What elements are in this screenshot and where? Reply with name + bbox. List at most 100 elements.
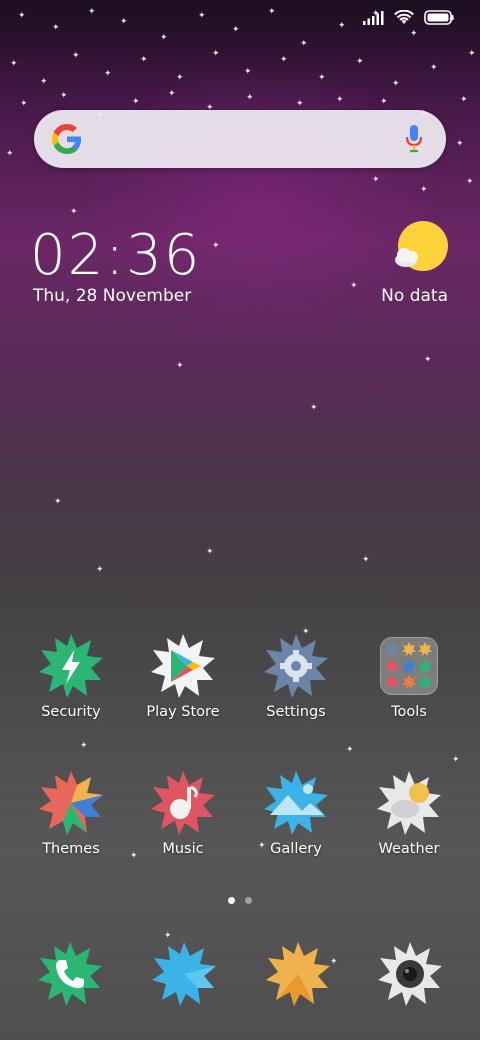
sparkle-star: ✦ <box>338 21 346 31</box>
sparkle-star: ✦ <box>420 185 428 195</box>
weather-label: No data <box>381 286 448 306</box>
google-g-logo <box>52 124 82 154</box>
sparkle-star: ✦ <box>198 11 206 21</box>
dock-browser[interactable] <box>264 940 344 1040</box>
sparkle-star: ✦ <box>212 49 220 59</box>
wifi-icon <box>394 10 414 24</box>
sparkle-star: ✦ <box>20 99 28 109</box>
folder-mini-app-icon <box>401 642 416 656</box>
app-label-settings: Settings <box>266 704 326 720</box>
app-label-tools: Tools <box>391 704 427 720</box>
sparkle-star: ✦ <box>346 745 354 755</box>
page-dot-active[interactable] <box>228 897 235 904</box>
browser-icon <box>266 942 330 1006</box>
folder-mini-app-icon <box>401 658 416 673</box>
sparkle-star: ✦ <box>72 51 80 61</box>
sparkle-star: ✦ <box>80 741 88 751</box>
sparkle-star: ✦ <box>246 93 254 103</box>
google-search-bar[interactable] <box>34 110 446 168</box>
folder-mini-app-icon <box>385 658 399 673</box>
app-label-gallery: Gallery <box>270 841 322 857</box>
status-bar <box>362 10 454 25</box>
folder-mini-app-icon <box>418 675 433 690</box>
folder-mini-app-icon <box>418 642 433 656</box>
messaging-icon <box>152 942 216 1006</box>
app-label-weather: Weather <box>378 841 440 857</box>
sparkle-star: ✦ <box>120 17 128 27</box>
home-screen: ✦ ✦ ✦ ✦ ✦ ✦ ✦ ✦ ✦ ✦ ✦ ✦ ✦ ✦ ✦ ✦ ✦ ✦ ✦ ✦ ✦ ✦ ✦ ✦ ✦ ✦ ✦ ✦ ✦ ✦ ✦ ✦ ✦ ✦ ✦ ✦ ✦ ✦ ✦ ✦… <box>0 0 480 1040</box>
app-weather[interactable]: Weather <box>354 769 464 857</box>
folder-mini-app-icon <box>385 642 399 656</box>
sparkle-star: ✦ <box>52 23 60 33</box>
music-icon <box>151 771 215 835</box>
sparkle-star: ✦ <box>424 355 432 365</box>
sparkle-star: ✦ <box>356 57 364 67</box>
camera-icon <box>378 942 442 1006</box>
sparkle-star: ✦ <box>468 49 476 59</box>
folder-mini-app-icon <box>385 675 399 690</box>
dock-messaging[interactable] <box>150 940 230 1040</box>
folder-tools[interactable]: Tools <box>354 632 464 720</box>
app-gallery[interactable]: Gallery <box>241 769 351 857</box>
sparkle-star: ✦ <box>40 77 48 87</box>
sparkle-star: ✦ <box>140 55 148 65</box>
sparkle-star: ✦ <box>430 63 438 73</box>
signal-icon <box>363 10 384 25</box>
app-label-music: Music <box>162 841 204 857</box>
page-indicator <box>0 897 480 904</box>
sparkle-star: ✦ <box>96 565 104 575</box>
sparkle-star: ✦ <box>336 95 344 105</box>
app-security[interactable]: Security <box>16 632 126 720</box>
sparkle-star: ✦ <box>300 39 308 49</box>
play-store-icon <box>151 634 215 698</box>
sparkle-star: ✦ <box>452 755 460 765</box>
app-label-play-store: Play Store <box>146 704 220 720</box>
sparkle-star: ✦ <box>318 73 326 83</box>
sparkle-star: ✦ <box>176 73 184 83</box>
themes-icon <box>39 771 103 835</box>
app-music[interactable]: Music <box>128 769 238 857</box>
dock-camera[interactable] <box>376 940 456 1040</box>
sparkle-star: ✦ <box>372 175 380 185</box>
sparkle-star: ✦ <box>168 89 176 99</box>
folder-mini-app-icon <box>401 675 416 690</box>
sparkle-star: ✦ <box>456 139 464 149</box>
folder-icon <box>380 637 438 695</box>
settings-gear-icon <box>264 634 328 698</box>
dock-phone[interactable] <box>36 940 116 1040</box>
sparkle-star: ✦ <box>160 33 168 43</box>
sparkle-star: ✦ <box>206 547 214 557</box>
sparkle-star: ✦ <box>244 67 252 77</box>
gallery-icon <box>264 771 328 835</box>
sparkle-star: ✦ <box>466 177 474 187</box>
sparkle-star: ✦ <box>362 555 370 565</box>
sparkle-star: ✦ <box>280 55 288 65</box>
sparkle-star: ✦ <box>212 241 220 251</box>
app-settings[interactable]: Settings <box>241 632 351 720</box>
sparkle-star: ✦ <box>176 361 184 371</box>
sparkle-star: ✦ <box>104 69 112 79</box>
sparkle-star: ✦ <box>232 25 240 35</box>
sparkle-star: ✦ <box>296 99 304 109</box>
sparkle-star: ✦ <box>88 7 96 17</box>
sparkle-star: ✦ <box>70 207 78 217</box>
app-themes[interactable]: Themes <box>16 769 126 857</box>
clock-time[interactable]: 02:36 <box>30 222 201 290</box>
weather-icon <box>377 771 441 835</box>
sparkle-star: ✦ <box>6 149 14 159</box>
sparkle-star: ✦ <box>460 95 468 105</box>
microphone-icon[interactable] <box>404 124 424 154</box>
app-play-store[interactable]: Play Store <box>128 632 238 720</box>
sparkle-star: ✦ <box>410 29 418 39</box>
weather-widget[interactable]: No data <box>330 220 450 310</box>
clock-date[interactable]: Thu, 28 November <box>33 286 191 306</box>
sparkle-star: ✦ <box>268 7 276 17</box>
sparkle-star: ✦ <box>54 497 62 507</box>
sun-cloud-icon <box>395 221 448 271</box>
phone-icon <box>38 942 102 1006</box>
folder-mini-app-icon <box>418 658 433 673</box>
app-label-themes: Themes <box>42 841 100 857</box>
security-icon <box>39 634 103 698</box>
page-dot-inactive[interactable] <box>245 897 252 904</box>
sparkle-star: ✦ <box>10 59 18 69</box>
